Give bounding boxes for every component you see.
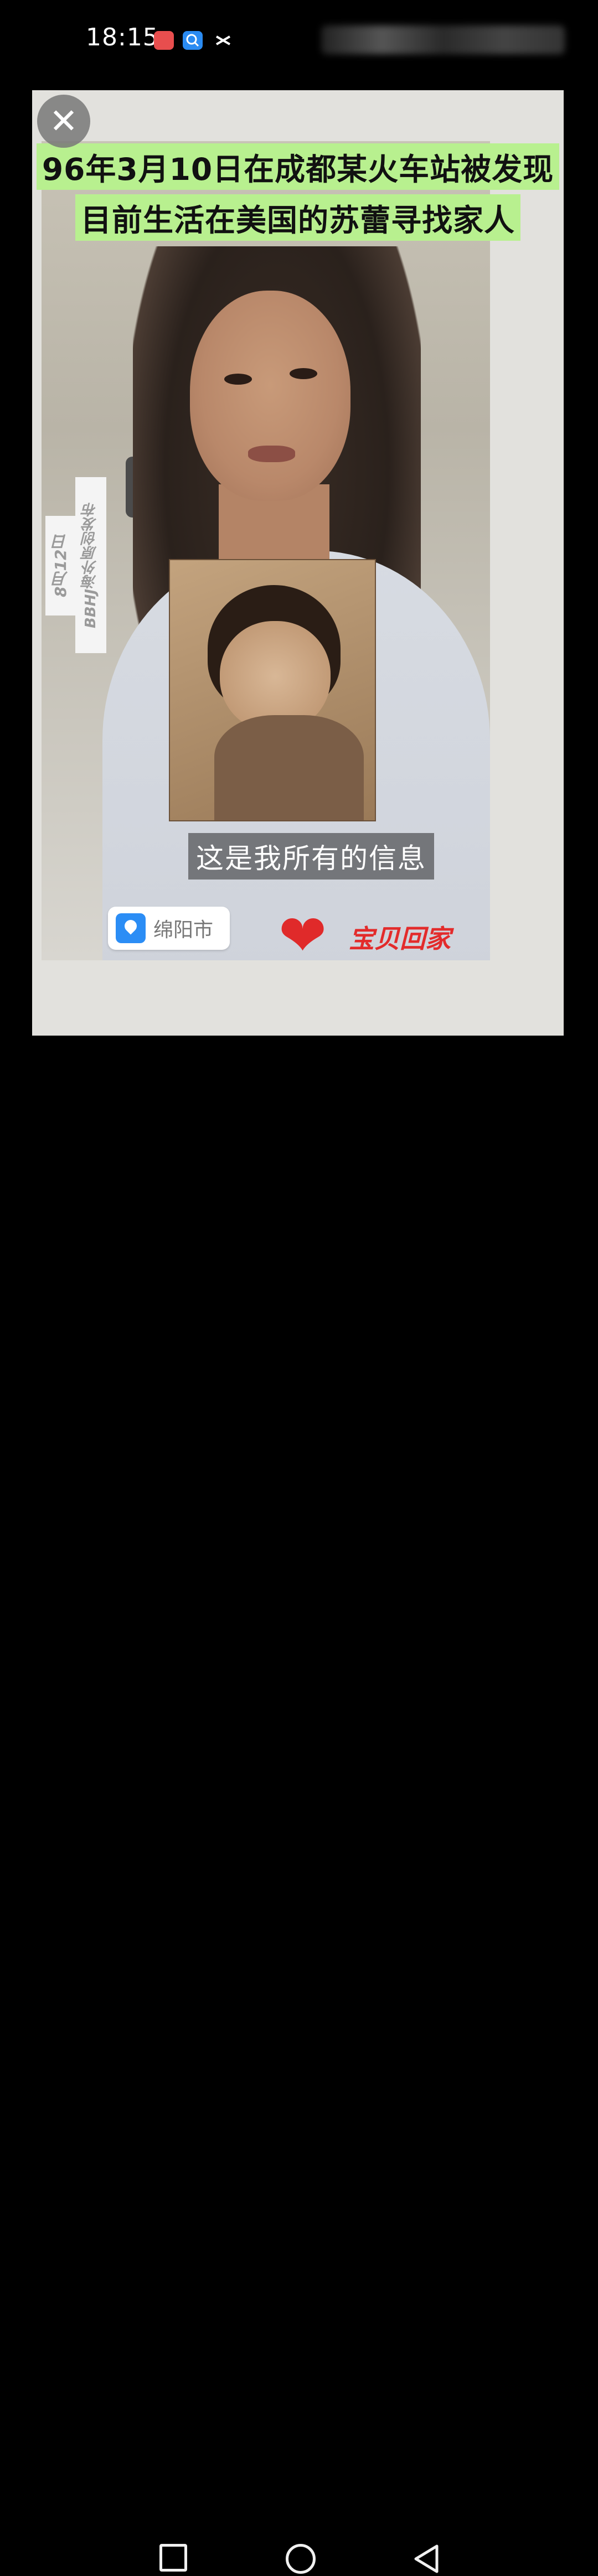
eye-right	[290, 368, 317, 379]
close-icon[interactable]: ✕	[37, 95, 90, 148]
location-badge[interactable]: 绵阳市	[108, 907, 230, 950]
status-bar: 18:15	[0, 0, 598, 77]
location-label: 绵阳市	[153, 919, 214, 942]
recents-square-icon[interactable]	[159, 2544, 187, 2572]
status-time: 18:15	[86, 23, 159, 51]
home-circle-icon[interactable]	[286, 2544, 316, 2574]
woman-face	[190, 291, 350, 501]
baby-photo-inset	[169, 559, 376, 821]
eye-left	[224, 374, 252, 385]
brand-logo-text: 宝贝回家	[349, 924, 451, 954]
headline: 96年3月10日在成都某火车站被发现 目前生活在美国的苏蕾寻找家人	[32, 141, 564, 243]
side-tag-brand: BBHJ海外原创发布	[75, 477, 106, 653]
mouth	[248, 446, 295, 462]
video-subtitle: 这是我所有的信息	[188, 833, 434, 880]
navigation-bar	[0, 1262, 598, 2574]
huawei-app-icon	[154, 31, 174, 50]
heart-logo-icon: ❤	[279, 902, 327, 969]
side-tag-date: 8月12日	[45, 516, 76, 615]
search-app-icon	[183, 31, 203, 50]
status-icons-blurred	[321, 25, 565, 54]
headline-line-2: 目前生活在美国的苏蕾寻找家人	[75, 194, 520, 241]
location-pin-icon	[116, 913, 146, 943]
headline-line-1: 96年3月10日在成都某火车站被发现	[36, 143, 560, 190]
scissors-app-icon	[213, 31, 233, 50]
baby-body	[214, 715, 364, 820]
